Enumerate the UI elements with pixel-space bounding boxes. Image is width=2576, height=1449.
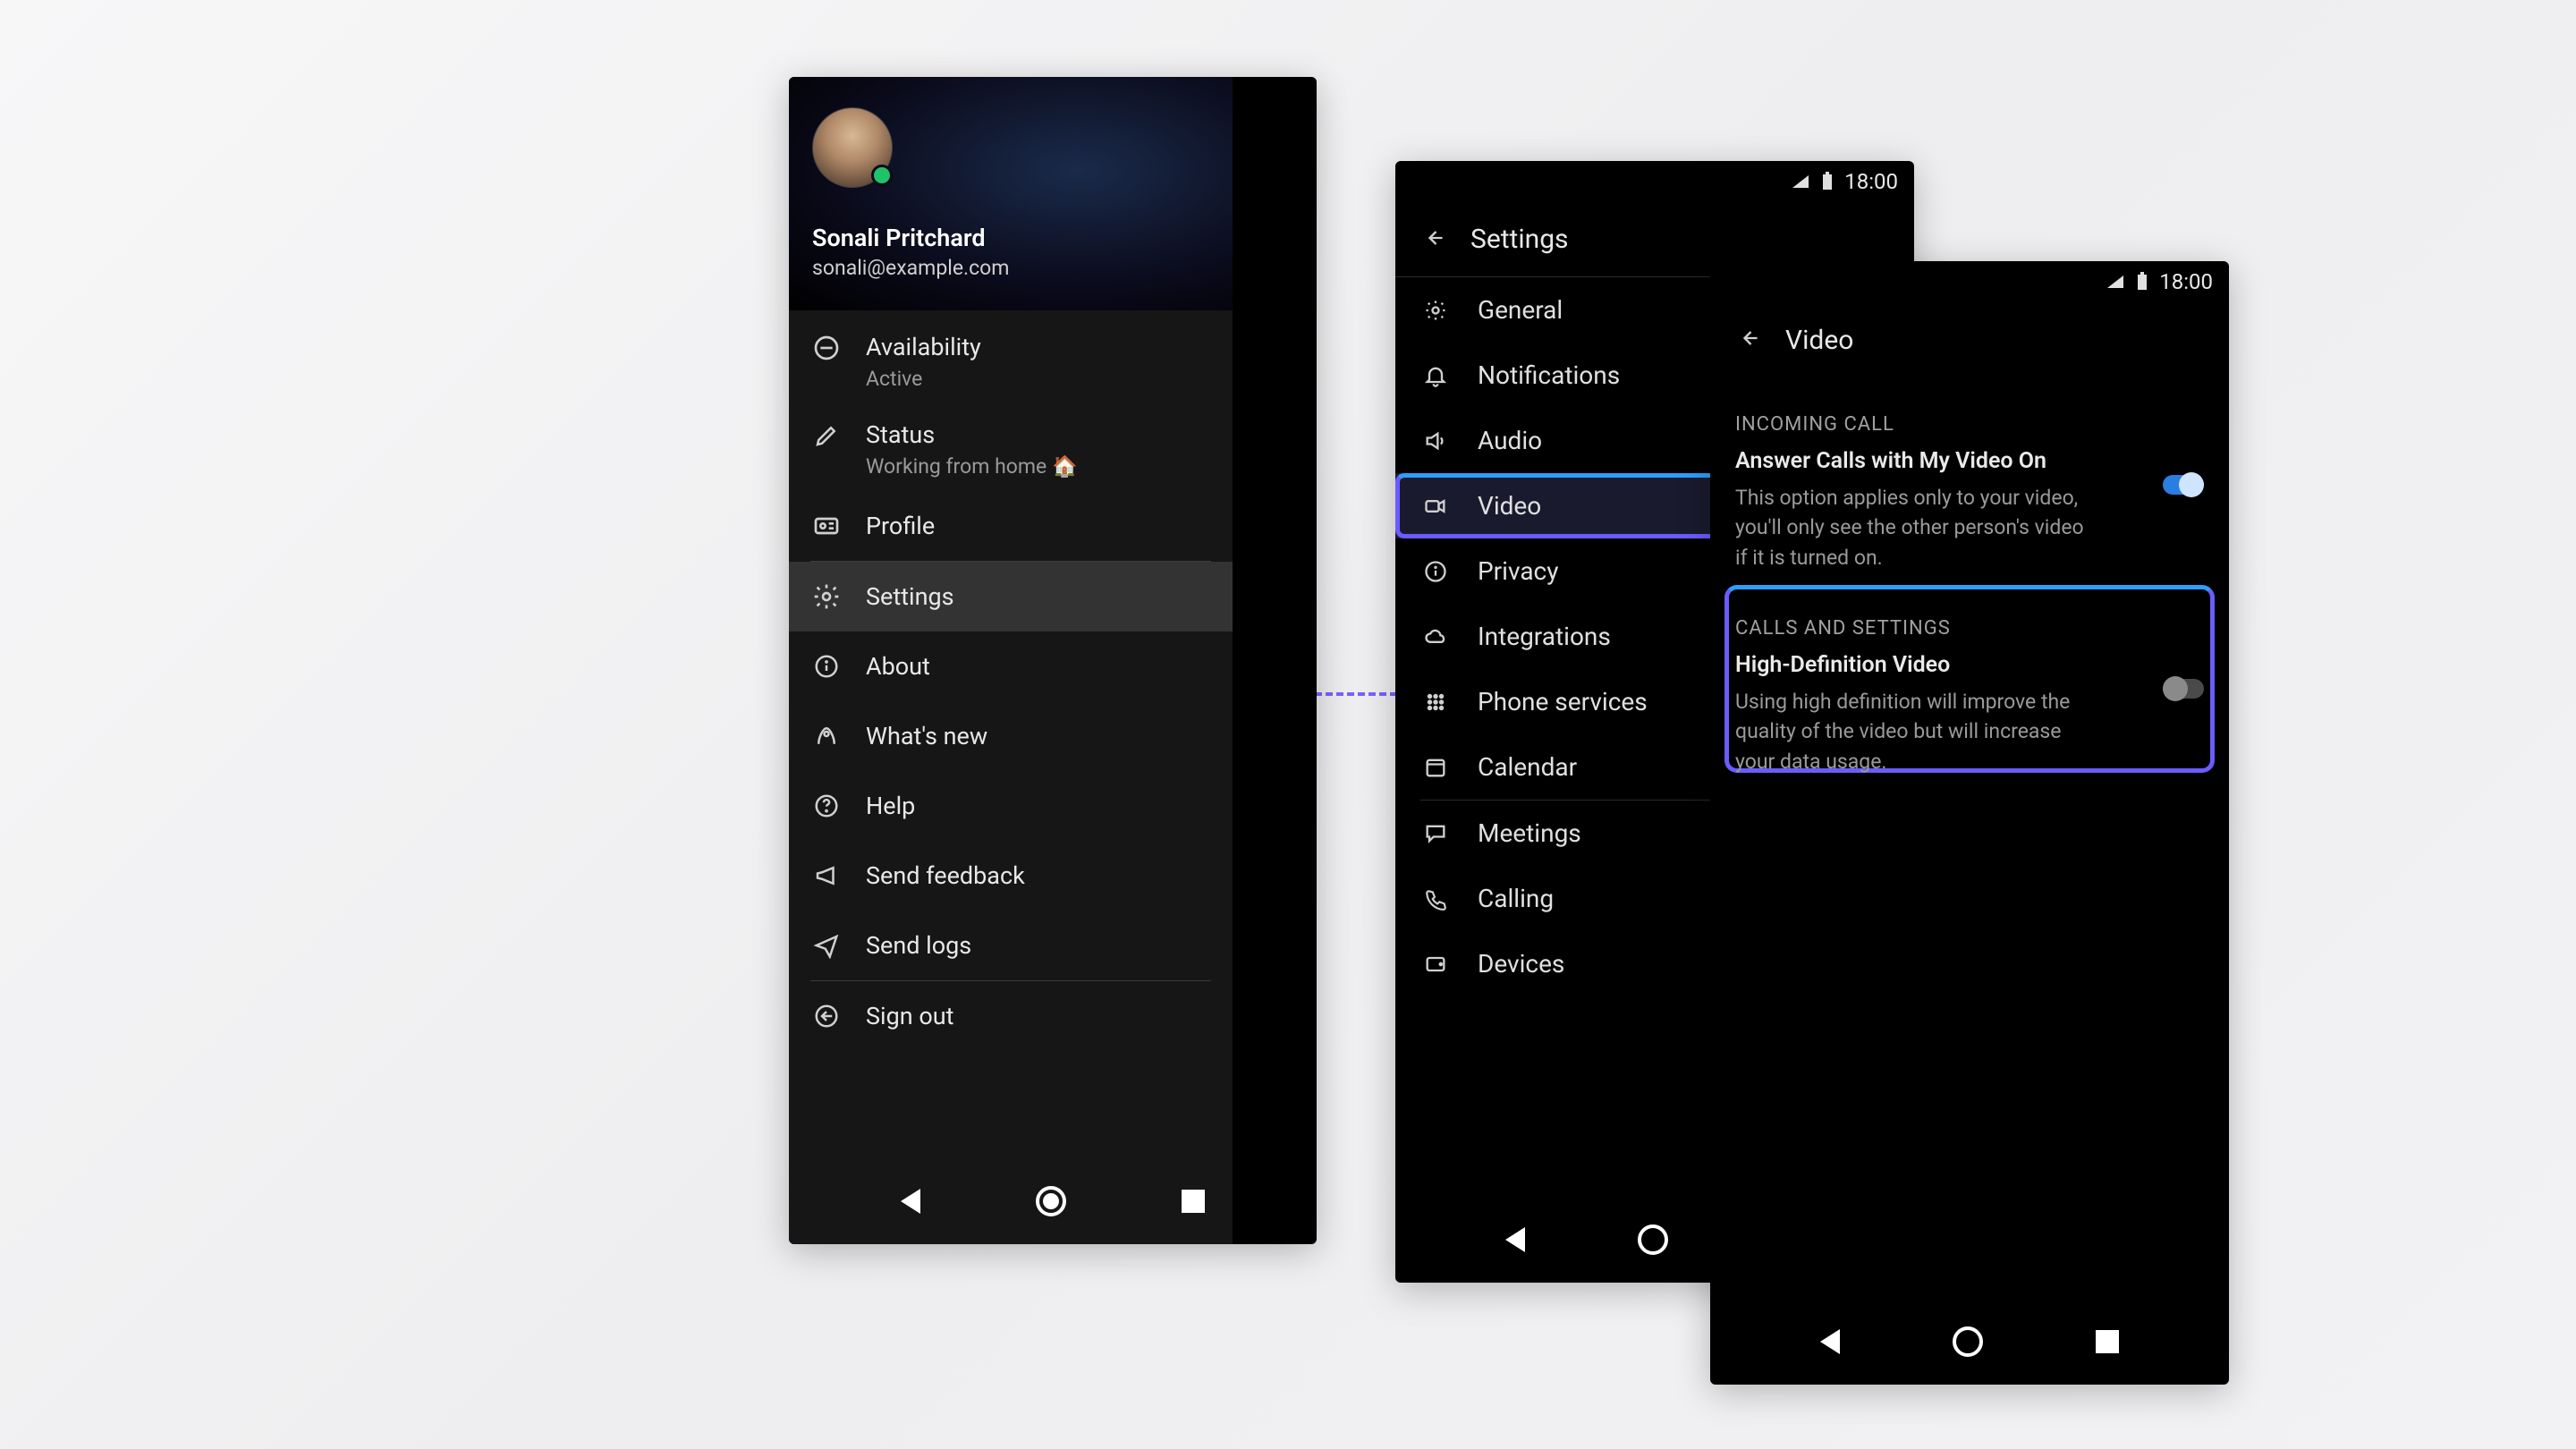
devices-icon xyxy=(1420,949,1451,979)
back-icon[interactable] xyxy=(1420,225,1445,254)
settings-title: Settings xyxy=(1470,224,1569,255)
settings-label: Settings xyxy=(866,581,954,613)
pencil-icon xyxy=(810,419,843,452)
background-strip xyxy=(1233,77,1317,940)
whatsnew-label: What's new xyxy=(866,721,987,752)
answer-toggle[interactable] xyxy=(2163,475,2204,495)
dialpad-icon xyxy=(1420,687,1451,717)
gear-icon xyxy=(1420,295,1451,326)
status-bar: 18:00 xyxy=(1710,261,2229,302)
general-label: General xyxy=(1478,295,1563,325)
info-icon xyxy=(810,650,843,682)
drawer-panel: Sonali Pritchard sonali@example.com Avai… xyxy=(789,77,1233,1244)
notifications-label: Notifications xyxy=(1478,360,1620,390)
phone-profile-drawer: Sonali Pritchard sonali@example.com Avai… xyxy=(789,77,1317,1244)
nav-home-icon[interactable] xyxy=(1036,1186,1066,1216)
hd-desc: Using high definition will improve the q… xyxy=(1735,687,2093,776)
rocket-icon xyxy=(810,720,843,752)
help-label: Help xyxy=(866,791,915,822)
android-navbar xyxy=(789,1158,1317,1244)
answer-desc: This option applies only to your video, … xyxy=(1735,483,2093,572)
menu-availability[interactable]: Availability Active xyxy=(789,316,1233,403)
signal-icon xyxy=(2106,274,2125,290)
chat-icon xyxy=(1420,818,1451,849)
availability-value: Active xyxy=(866,367,981,391)
speaker-icon xyxy=(1420,426,1451,456)
nav-back-icon[interactable] xyxy=(901,1189,920,1214)
profile-email: sonali@example.com xyxy=(812,256,1209,280)
menu-profile[interactable]: Profile xyxy=(789,491,1233,561)
menu-help[interactable]: Help xyxy=(789,771,1233,841)
menu-whatsnew[interactable]: What's new xyxy=(789,701,1233,771)
audio-label: Audio xyxy=(1478,426,1542,455)
availability-label: Availability xyxy=(866,332,981,363)
phoneservices-label: Phone services xyxy=(1478,687,1648,716)
android-navbar xyxy=(1710,1299,2229,1385)
calendar-icon xyxy=(1420,752,1451,783)
phone-icon xyxy=(1420,884,1451,914)
profile-name: Sonali Pritchard xyxy=(812,224,1209,252)
video-icon xyxy=(1420,491,1451,521)
availability-icon xyxy=(810,332,843,364)
privacy-label: Privacy xyxy=(1478,556,1558,586)
send-icon xyxy=(810,929,843,962)
nav-home-icon[interactable] xyxy=(1638,1224,1668,1255)
calendar-label: Calendar xyxy=(1478,752,1577,782)
privacy-icon xyxy=(1420,556,1451,587)
presence-indicator xyxy=(871,165,893,186)
hd-toggle[interactable] xyxy=(2163,679,2204,699)
sendlogs-label: Send logs xyxy=(866,930,971,962)
video-title: Video xyxy=(1785,325,1853,356)
nav-home-icon[interactable] xyxy=(1953,1326,1983,1357)
bell-icon xyxy=(1420,360,1451,391)
feedback-label: Send feedback xyxy=(866,860,1025,892)
menu-feedback[interactable]: Send feedback xyxy=(789,841,1233,911)
status-time: 18:00 xyxy=(1844,169,1898,194)
status-bar: 18:00 xyxy=(1395,161,1914,202)
section-calls-settings: CALLS AND SETTINGS xyxy=(1710,592,2229,652)
drawer-menu: Availability Active Status Working from … xyxy=(789,310,1233,1051)
megaphone-icon xyxy=(810,860,843,892)
meetings-label: Meetings xyxy=(1478,818,1581,848)
gear-icon xyxy=(810,580,843,613)
video-label: Video xyxy=(1478,491,1541,521)
menu-about[interactable]: About xyxy=(789,631,1233,701)
video-header: Video xyxy=(1710,302,2229,377)
battery-icon xyxy=(1821,172,1834,191)
answer-title: Answer Calls with My Video On xyxy=(1735,448,2147,474)
menu-signout[interactable]: Sign out xyxy=(789,981,1233,1051)
about-label: About xyxy=(866,651,930,682)
status-label: Status xyxy=(866,419,1078,451)
profile-header: Sonali Pritchard sonali@example.com xyxy=(789,77,1233,310)
nav-back-icon[interactable] xyxy=(1505,1227,1525,1252)
cloud-icon xyxy=(1420,622,1451,652)
profile-label: Profile xyxy=(866,511,935,542)
nav-recent-icon[interactable] xyxy=(2096,1330,2119,1353)
signout-icon xyxy=(810,1000,843,1032)
avatar-container[interactable] xyxy=(812,107,893,188)
integrations-label: Integrations xyxy=(1478,622,1611,651)
status-time: 18:00 xyxy=(2159,269,2213,294)
status-value: Working from home 🏠 xyxy=(866,454,1078,479)
nav-recent-icon[interactable] xyxy=(1182,1190,1205,1213)
battery-icon xyxy=(2136,272,2148,292)
menu-sendlogs[interactable]: Send logs xyxy=(789,911,1233,980)
devices-label: Devices xyxy=(1478,949,1564,979)
signout-label: Sign out xyxy=(866,1001,953,1032)
calling-label: Calling xyxy=(1478,884,1554,913)
question-icon xyxy=(810,790,843,822)
setting-answer-video[interactable]: Answer Calls with My Video On This optio… xyxy=(1710,448,2229,592)
setting-hd-video[interactable]: High-Definition Video Using high definit… xyxy=(1710,652,2229,796)
id-card-icon xyxy=(810,510,843,542)
hd-title: High-Definition Video xyxy=(1735,652,2147,678)
menu-status[interactable]: Status Working from home 🏠 xyxy=(789,403,1233,491)
section-incoming-call: INCOMING CALL xyxy=(1710,377,2229,448)
back-icon[interactable] xyxy=(1735,326,1760,354)
nav-back-icon[interactable] xyxy=(1820,1329,1840,1354)
phone-video-settings: 18:00 Video INCOMING CALL Answer Calls w… xyxy=(1710,261,2229,1385)
menu-settings[interactable]: Settings xyxy=(789,562,1233,631)
signal-icon xyxy=(1791,174,1810,190)
